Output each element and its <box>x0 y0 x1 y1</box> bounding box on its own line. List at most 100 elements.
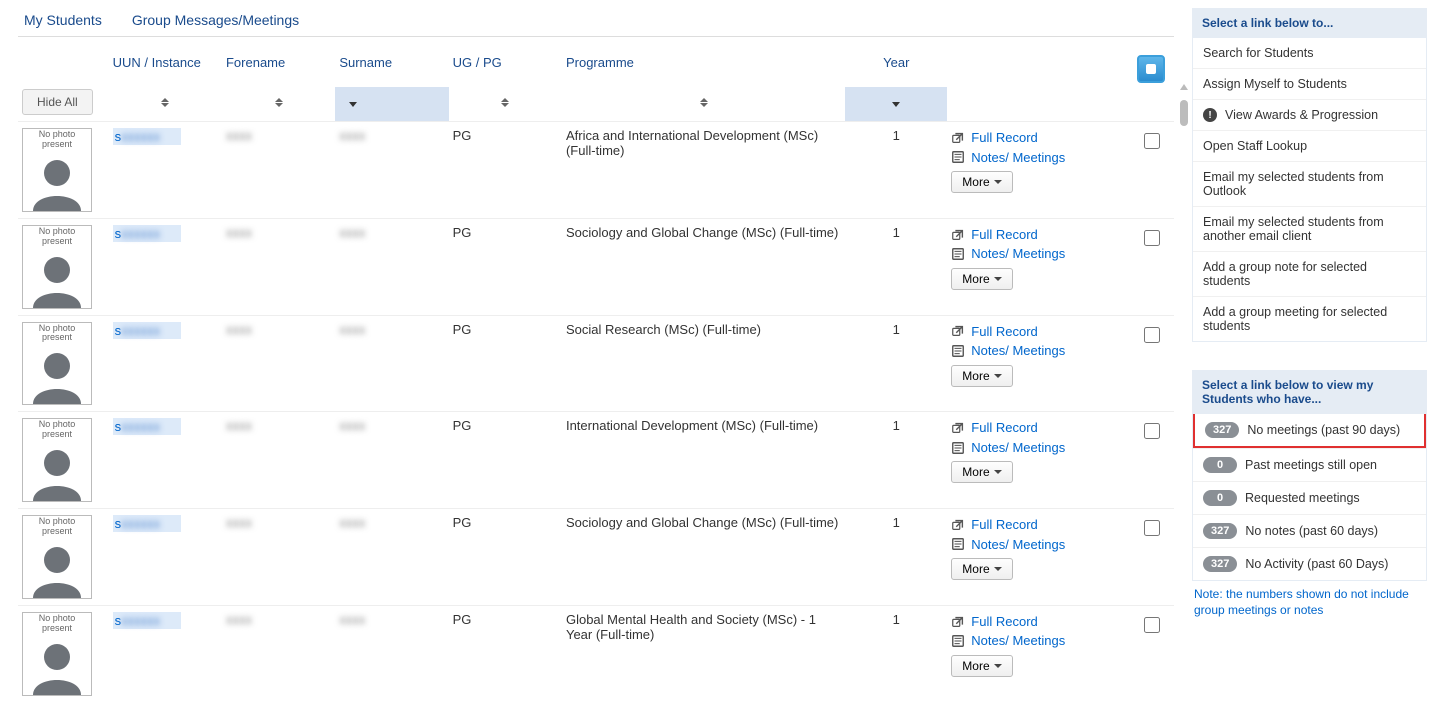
sort-icon[interactable] <box>566 98 841 107</box>
col-uun[interactable]: UUN / Instance <box>109 49 222 87</box>
side-link[interactable]: Add a group note for selected students <box>1193 251 1426 296</box>
side-link[interactable]: Email my selected students from Outlook <box>1193 161 1426 206</box>
side-filter-link[interactable]: 327 No notes (past 60 days) <box>1193 514 1426 547</box>
avatar-placeholder-text: No photo present <box>23 419 91 441</box>
side-link-label: No notes (past 60 days) <box>1245 524 1378 538</box>
row-checkbox[interactable] <box>1144 617 1160 633</box>
side-filter-link[interactable]: 0 Requested meetings <box>1193 481 1426 514</box>
uun-link[interactable]: sxxxxxx <box>113 128 181 145</box>
more-button[interactable]: More <box>951 365 1012 387</box>
side-link-label: Requested meetings <box>1245 491 1360 505</box>
programme-cell: Africa and International Development (MS… <box>562 122 845 219</box>
uun-link[interactable]: sxxxxxx <box>113 322 181 339</box>
uun-link[interactable]: sxxxxxx <box>113 515 181 532</box>
year-cell: 1 <box>845 315 947 412</box>
hide-all-button[interactable]: Hide All <box>22 89 93 115</box>
full-record-link[interactable]: Full Record <box>971 128 1037 148</box>
tab-my-students[interactable]: My Students <box>24 12 102 28</box>
tab-group-messages[interactable]: Group Messages/Meetings <box>132 12 299 28</box>
table-row: No photo present sxxxxxx xxxx xxxx PG Af… <box>18 122 1174 219</box>
scrollbar[interactable] <box>1180 90 1190 692</box>
col-year[interactable]: Year <box>845 49 947 87</box>
avatar-placeholder-text: No photo present <box>23 129 91 151</box>
sort-icon[interactable] <box>226 98 331 107</box>
row-checkbox[interactable] <box>1144 520 1160 536</box>
full-record-link[interactable]: Full Record <box>971 225 1037 245</box>
col-programme[interactable]: Programme <box>562 49 845 87</box>
row-checkbox[interactable] <box>1144 133 1160 149</box>
external-link-icon <box>951 615 965 629</box>
year-cell: 1 <box>845 509 947 606</box>
external-link-icon <box>951 518 965 532</box>
side-link-label: Past meetings still open <box>1245 458 1377 472</box>
side-filter-link[interactable]: 327 No meetings (past 90 days) <box>1193 414 1426 448</box>
more-button[interactable]: More <box>951 268 1012 290</box>
more-button[interactable]: More <box>951 655 1012 677</box>
year-cell: 1 <box>845 412 947 509</box>
table-row: No photo present sxxxxxx xxxx xxxx PG So… <box>18 218 1174 315</box>
ugpg-cell: PG <box>449 412 562 509</box>
sort-icon[interactable] <box>113 98 218 107</box>
chevron-down-icon <box>994 374 1002 378</box>
uun-link[interactable]: sxxxxxx <box>113 612 181 629</box>
side-filter-link[interactable]: 0 Past meetings still open <box>1193 448 1426 481</box>
side-link[interactable]: Assign Myself to Students <box>1193 68 1426 99</box>
col-surname[interactable]: Surname <box>335 49 448 87</box>
full-record-link[interactable]: Full Record <box>971 322 1037 342</box>
sort-desc-icon[interactable] <box>892 102 900 107</box>
more-button[interactable]: More <box>951 171 1012 193</box>
ugpg-cell: PG <box>449 122 562 219</box>
notes-icon <box>951 150 965 164</box>
side-link[interactable]: Open Staff Lookup <box>1193 130 1426 161</box>
avatar-placeholder-text: No photo present <box>23 516 91 538</box>
row-checkbox[interactable] <box>1144 230 1160 246</box>
avatar: No photo present <box>22 128 92 212</box>
surname-cell: xxxx <box>339 322 365 337</box>
avatar: No photo present <box>22 225 92 309</box>
sort-desc-icon[interactable] <box>349 102 357 107</box>
side-filter-link[interactable]: 327 No Activity (past 60 Days) <box>1193 547 1426 580</box>
full-record-link[interactable]: Full Record <box>971 418 1037 438</box>
year-cell: 1 <box>845 122 947 219</box>
scroll-thumb[interactable] <box>1180 100 1188 126</box>
uun-link[interactable]: sxxxxxx <box>113 225 181 242</box>
more-button[interactable]: More <box>951 558 1012 580</box>
avatar-silhouette-icon <box>23 248 91 308</box>
scroll-up-icon[interactable] <box>1180 84 1188 90</box>
side-link[interactable]: ! View Awards & Progression <box>1193 99 1426 130</box>
year-cell: 1 <box>845 605 947 701</box>
full-record-link[interactable]: Full Record <box>971 612 1037 632</box>
row-checkbox[interactable] <box>1144 423 1160 439</box>
notes-meetings-link[interactable]: Notes/ Meetings <box>971 244 1065 264</box>
avatar-silhouette-icon <box>23 151 91 211</box>
notes-meetings-link[interactable]: Notes/ Meetings <box>971 535 1065 555</box>
col-ugpg[interactable]: UG / PG <box>449 49 562 87</box>
uun-link[interactable]: sxxxxxx <box>113 418 181 435</box>
side-link[interactable]: Email my selected students from another … <box>1193 206 1426 251</box>
external-link-icon <box>951 228 965 242</box>
notes-meetings-link[interactable]: Notes/ Meetings <box>971 631 1065 651</box>
avatar-silhouette-icon <box>23 344 91 404</box>
side-link[interactable]: Search for Students <box>1193 38 1426 68</box>
notes-meetings-link[interactable]: Notes/ Meetings <box>971 148 1065 168</box>
side-link-label: Search for Students <box>1203 46 1313 60</box>
avatar: No photo present <box>22 418 92 502</box>
select-all-checkbox[interactable] <box>1137 55 1165 83</box>
forename-cell: xxxx <box>226 322 252 337</box>
chevron-down-icon <box>994 664 1002 668</box>
col-forename[interactable]: Forename <box>222 49 335 87</box>
sort-icon[interactable] <box>453 98 558 107</box>
table-row: No photo present sxxxxxx xxxx xxxx PG So… <box>18 315 1174 412</box>
table-row: No photo present sxxxxxx xxxx xxxx PG Gl… <box>18 605 1174 701</box>
notes-meetings-link[interactable]: Notes/ Meetings <box>971 438 1065 458</box>
side-link[interactable]: Add a group meeting for selected student… <box>1193 296 1426 341</box>
full-record-link[interactable]: Full Record <box>971 515 1037 535</box>
side-panel-2-title: Select a link below to view my Students … <box>1192 370 1427 414</box>
ugpg-cell: PG <box>449 605 562 701</box>
more-button[interactable]: More <box>951 461 1012 483</box>
notes-meetings-link[interactable]: Notes/ Meetings <box>971 341 1065 361</box>
surname-cell: xxxx <box>339 225 365 240</box>
row-checkbox[interactable] <box>1144 327 1160 343</box>
table-row: No photo present sxxxxxx xxxx xxxx PG So… <box>18 509 1174 606</box>
count-badge: 0 <box>1203 490 1237 506</box>
